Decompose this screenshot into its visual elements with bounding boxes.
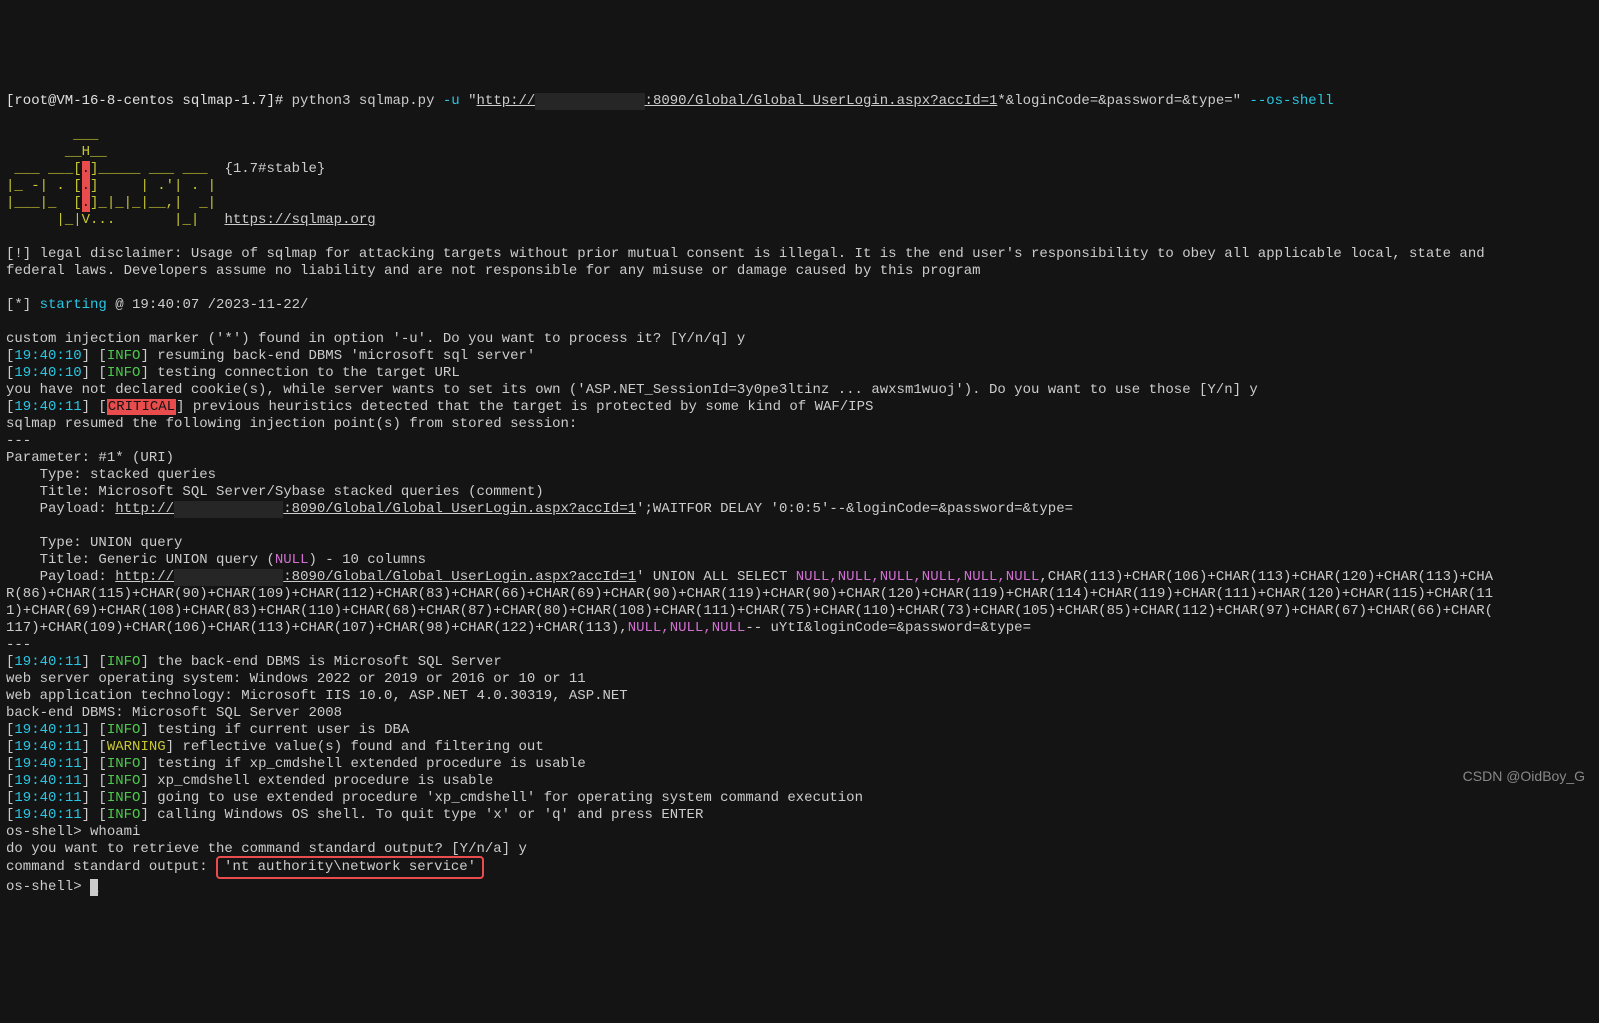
cmd: python3 sqlmap.py bbox=[292, 93, 443, 109]
flag-os-shell: --os-shell bbox=[1249, 93, 1333, 109]
log-line: [19:40:11] [INFO] testing if current use… bbox=[6, 722, 409, 738]
output-highlight-box: 'nt authority\network service' bbox=[216, 856, 484, 879]
terminal-output[interactable]: [root@VM-16-8-centos sqlmap-1.7]# python… bbox=[6, 76, 1593, 896]
log-line: [19:40:10] [INFO] resuming back-end DBMS… bbox=[6, 348, 535, 364]
q-custom-marker: custom injection marker ('*') found in o… bbox=[6, 331, 745, 347]
target-url: http://xxx.xx.xx.xxx:8090/Global/Global_… bbox=[477, 93, 998, 109]
flag-u: -u bbox=[443, 93, 460, 109]
log-line-critical: [19:40:11] [CRITICAL] previous heuristic… bbox=[6, 399, 873, 415]
log-line: [19:40:11] [INFO] calling Windows OS she… bbox=[6, 807, 703, 823]
cursor: _ bbox=[90, 879, 98, 896]
parameter-line: Parameter: #1* (URI) bbox=[6, 450, 174, 466]
watermark: CSDN @OidBoy_G bbox=[1463, 768, 1585, 785]
cookie-prompt: you have not declared cookie(s), while s… bbox=[6, 382, 1258, 398]
union-payload: Payload: http://xxx.xx.xx.xxx:8090/Globa… bbox=[6, 569, 1493, 636]
legal-disclaimer: [!] legal disclaimer: Usage of sqlmap fo… bbox=[6, 246, 1485, 279]
backend-db: back-end DBMS: Microsoft SQL Server 2008 bbox=[6, 705, 342, 721]
command-output-line: command standard output: 'nt authority\n… bbox=[6, 859, 484, 875]
web-tech: web application technology: Microsoft II… bbox=[6, 688, 628, 704]
starting-line: [*] starting @ 19:40:07 /2023-11-22/ bbox=[6, 297, 308, 313]
q1: " bbox=[460, 93, 477, 109]
log-line: [19:40:11] [INFO] xp_cmdshell extended p… bbox=[6, 773, 493, 789]
shell-prompt: [root@VM-16-8-centos sqlmap-1.7]# bbox=[6, 93, 292, 109]
os-shell-prompt[interactable]: os-shell> _ bbox=[6, 879, 98, 895]
log-line: [19:40:11] [INFO] going to use extended … bbox=[6, 790, 863, 806]
retrieve-prompt: do you want to retrieve the command stan… bbox=[6, 841, 527, 857]
stacked-title: Title: Microsoft SQL Server/Sybase stack… bbox=[6, 484, 544, 500]
stacked-payload: Payload: http://xxx.xx.xx.xxx:8090/Globa… bbox=[6, 501, 1073, 517]
union-type: Type: UNION query bbox=[6, 535, 182, 551]
resumed-line: sqlmap resumed the following injection p… bbox=[6, 416, 577, 432]
dashes: --- bbox=[6, 433, 31, 449]
dashes: --- bbox=[6, 637, 31, 653]
sqlmap-url[interactable]: https://sqlmap.org bbox=[224, 212, 375, 228]
log-line: [19:40:11] [INFO] testing if xp_cmdshell… bbox=[6, 756, 586, 772]
union-title: Title: Generic UNION query (NULL) - 10 c… bbox=[6, 552, 426, 568]
url-rest: *&loginCode=&password=&type=" bbox=[997, 93, 1249, 109]
log-line: [19:40:10] [INFO] testing connection to … bbox=[6, 365, 460, 381]
web-os: web server operating system: Windows 202… bbox=[6, 671, 586, 687]
os-shell-prompt[interactable]: os-shell> whoami bbox=[6, 824, 140, 840]
log-line: [19:40:11] [INFO] the back-end DBMS is M… bbox=[6, 654, 502, 670]
sqlmap-logo: ___ __H__ ___ ___[.]_____ ___ ___ {1.7#s… bbox=[6, 127, 376, 228]
stacked-type: Type: stacked queries bbox=[6, 467, 216, 483]
log-line-warning: [19:40:11] [WARNING] reflective value(s)… bbox=[6, 739, 544, 755]
